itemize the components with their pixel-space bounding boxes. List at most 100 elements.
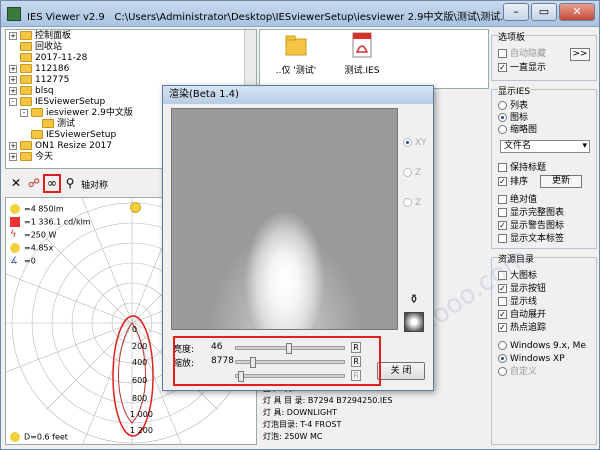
display-ies-group: 显示IES 列表 图标 缩略图 文件名 ▾ 保持标题 ✓ 排序 更新 绝对值 显示完… — [491, 84, 597, 249]
folder-icon — [31, 108, 43, 117]
tree-item[interactable]: +112186 — [9, 64, 69, 75]
radio-icon — [498, 113, 507, 122]
view-z-radio[interactable]: Z — [403, 168, 421, 178]
view-z2-radio[interactable]: Z — [403, 198, 421, 208]
expander-icon[interactable]: + — [9, 64, 17, 73]
ies-file-item[interactable]: 测试.IES — [332, 32, 392, 76]
ring-label: 200 — [132, 342, 148, 351]
checkbox-icon: ✓ — [498, 221, 507, 230]
radio-icon — [498, 101, 507, 110]
folder-icon — [20, 64, 32, 73]
parent-folder-item[interactable]: ..仅 '测试' — [266, 32, 326, 76]
ring-label: 600 — [132, 376, 148, 385]
highlight-box — [43, 174, 61, 193]
checkbox-icon — [498, 49, 507, 58]
view-icon-radio[interactable]: 图标 — [498, 112, 528, 124]
auto-hide-checkbox[interactable]: 自动隐藏 — [498, 48, 546, 60]
expander-icon[interactable]: - — [20, 108, 28, 117]
absolute-checkbox[interactable]: 绝对值 — [498, 194, 537, 206]
tree-item[interactable]: + blsq — [9, 86, 54, 97]
show-button-checkbox[interactable]: ✓ 显示按钮 — [498, 283, 546, 295]
close-window-button[interactable]: ✕ — [559, 3, 595, 21]
show-line-checkbox[interactable]: 显示线 — [498, 296, 537, 308]
win9x-radio[interactable]: Windows 9.x, Me — [498, 340, 586, 352]
candela-icon[interactable]: ☍ — [27, 176, 41, 190]
folder-icon — [20, 75, 32, 84]
lamp-icon[interactable]: ⚱ — [407, 292, 421, 306]
tree-item[interactable]: + 控制面板 — [9, 31, 71, 42]
group-title: 资源目录 — [498, 252, 535, 265]
power-icon: ϟ — [10, 229, 17, 240]
light-glow — [172, 109, 397, 329]
tree-item[interactable]: 回收站 — [20, 42, 62, 53]
render-dialog: 渲染(Beta 1.4) XY Z Z ⚱ 亮度: 46 R 缩放: 8778 … — [162, 85, 434, 391]
close-button[interactable]: 关 闭 — [377, 362, 425, 380]
auto-expand-checkbox[interactable]: ✓ 自动展开 — [498, 309, 546, 321]
always-show-checkbox[interactable]: ✓ 一直显示 — [498, 62, 546, 74]
tree-item-label: 112186 — [35, 64, 70, 74]
preview-thumb-icon[interactable] — [404, 312, 424, 332]
app-name: IES Viewer v2.9 — [27, 12, 105, 23]
maximize-button[interactable]: ▭ — [531, 3, 557, 21]
view-thumb-radio[interactable]: 缩略图 — [498, 124, 537, 136]
ring-label: 1 000 — [130, 410, 153, 419]
bulb-icon — [10, 432, 20, 442]
show-warning-checkbox[interactable]: ✓ 显示警告图标 — [498, 220, 564, 232]
view-xy-radio[interactable]: XY — [403, 138, 427, 148]
tree-item[interactable]: - IESviewerSetup — [9, 97, 105, 108]
tree-item[interactable]: + ON1 Resize 2017 — [9, 141, 112, 152]
expand-button[interactable]: >> — [570, 48, 590, 61]
expander-icon[interactable]: + — [9, 86, 17, 95]
tree-item-label: 今天 — [35, 152, 54, 162]
catalog-row: 灯 具 目 录: B7294 B7294250.IES — [263, 396, 393, 405]
sort-select[interactable]: 文件名 ▾ — [500, 140, 590, 153]
file-list[interactable]: ..仅 '测试' 测试.IES — [259, 29, 489, 89]
tree-item[interactable]: +112775 — [9, 75, 69, 86]
expander-icon[interactable]: + — [9, 141, 17, 150]
folder-icon — [31, 130, 43, 139]
title-bar: IES Viewer v2.9 C:\Users\Administrator\D… — [1, 1, 599, 27]
tree-item[interactable]: 2017-11-28 — [20, 53, 87, 64]
tree-item-label: iesviewer 2.9中文版 — [46, 108, 133, 118]
chevron-down-icon: ▾ — [582, 141, 587, 151]
radio-icon — [403, 198, 412, 207]
checkbox-icon — [498, 195, 507, 204]
tree-item[interactable]: 测试 — [42, 119, 75, 130]
custom-radio[interactable]: 自定义 — [498, 366, 537, 378]
radio-icon — [498, 367, 507, 376]
minimize-button[interactable]: – — [503, 3, 529, 21]
checkbox-icon: ✓ — [498, 310, 507, 319]
show-text-checkbox[interactable]: 显示文本标签 — [498, 233, 564, 245]
lamp-row: 灯泡: 250W MC — [263, 432, 323, 441]
expander-icon[interactable]: + — [9, 31, 17, 40]
lamp-icon[interactable]: ⚲ — [63, 176, 77, 190]
tree-item[interactable]: - iesviewer 2.9中文版 — [20, 108, 133, 119]
view-list-radio[interactable]: 列表 — [498, 100, 528, 112]
winxp-radio[interactable]: Windows XP — [498, 353, 565, 365]
folder-icon — [20, 86, 32, 95]
options-group: 选项板 自动隐藏 ✓ 一直显示 >> — [491, 30, 597, 81]
checkbox-icon — [498, 234, 507, 243]
hot-track-checkbox[interactable]: ✓ 热点追踪 — [498, 322, 546, 334]
recycle-bin-icon — [20, 42, 32, 51]
fit-icon[interactable]: ✕ — [9, 176, 23, 190]
expander-icon[interactable]: + — [9, 75, 17, 84]
lumen-row: =4 850lm — [10, 204, 64, 214]
expander-icon[interactable]: - — [9, 97, 17, 106]
window-title: IES Viewer v2.9 C:\Users\Administrator\D… — [27, 8, 519, 23]
large-icon-checkbox[interactable]: 大图标 — [498, 270, 537, 282]
tree-item-label: blsq — [35, 86, 54, 96]
expander-icon[interactable]: + — [9, 152, 17, 161]
tree-item-label: 2017-11-28 — [35, 53, 88, 63]
tree-item[interactable]: + 今天 — [9, 152, 53, 163]
show-full-checkbox[interactable]: 显示完整图表 — [498, 207, 564, 219]
radio-icon — [403, 138, 412, 147]
tree-item-label: 测试 — [57, 119, 76, 129]
checkbox-icon — [498, 163, 507, 172]
keep-title-checkbox[interactable]: 保持标题 — [498, 162, 546, 174]
update-button[interactable]: 更新 — [540, 175, 582, 188]
tree-item[interactable]: IESviewerSetup — [31, 130, 116, 141]
axis-symmetric-label: 轴对称 — [81, 181, 109, 191]
tree-item-label: IESviewerSetup — [46, 130, 117, 140]
sort-checkbox[interactable]: ✓ 排序 — [498, 176, 528, 188]
